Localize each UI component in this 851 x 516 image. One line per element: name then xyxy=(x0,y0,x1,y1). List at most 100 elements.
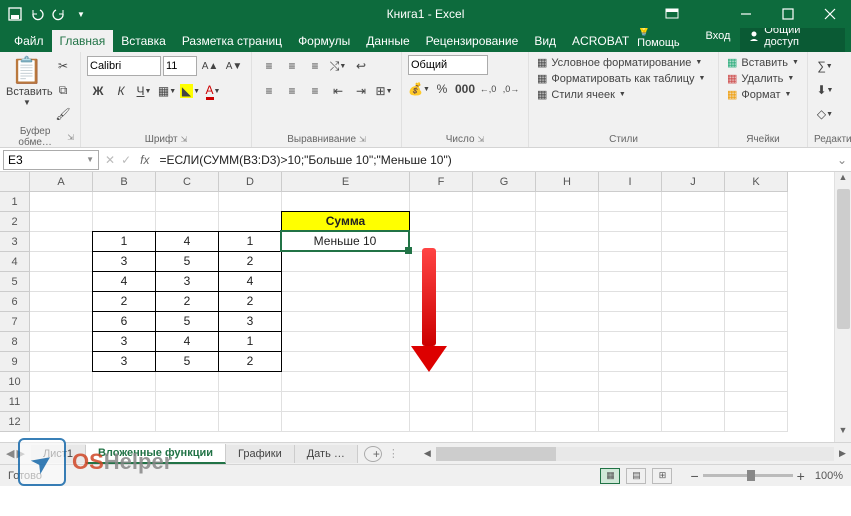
row-header-6[interactable]: 6 xyxy=(0,292,30,312)
cell-B7[interactable]: 6 xyxy=(92,311,156,332)
delete-cells-button[interactable]: ▦Удалить ▼ xyxy=(725,71,801,86)
expand-formula-bar[interactable]: ⌄ xyxy=(833,153,851,167)
cell-I4[interactable] xyxy=(599,252,662,272)
merge-button[interactable]: ⊞▼ xyxy=(373,80,395,102)
cell-G11[interactable] xyxy=(473,392,536,412)
page-layout-view-button[interactable]: ▤ xyxy=(626,468,646,484)
cell-H2[interactable] xyxy=(536,212,599,232)
cell-G5[interactable] xyxy=(473,272,536,292)
cut-button[interactable]: ✂ xyxy=(52,55,74,77)
align-center-button[interactable]: ≡ xyxy=(281,80,303,102)
cell-H1[interactable] xyxy=(536,192,599,212)
font-color-button[interactable]: A▼ xyxy=(202,80,224,102)
cell-A10[interactable] xyxy=(30,372,93,392)
font-launcher[interactable]: ⇲ xyxy=(181,135,188,144)
align-middle-button[interactable]: ≡ xyxy=(281,55,303,77)
cell-D8[interactable]: 1 xyxy=(218,331,282,352)
cell-C4[interactable]: 5 xyxy=(155,251,219,272)
cell-D5[interactable]: 4 xyxy=(218,271,282,292)
cell-C5[interactable]: 3 xyxy=(155,271,219,292)
cell-D10[interactable] xyxy=(219,372,282,392)
cell-J9[interactable] xyxy=(662,352,725,372)
cell-J3[interactable] xyxy=(662,232,725,252)
copy-button[interactable]: ⧉ xyxy=(52,79,74,101)
fill-handle[interactable] xyxy=(405,247,412,254)
decrease-font-button[interactable]: A▼ xyxy=(223,55,245,77)
row-header-11[interactable]: 11 xyxy=(0,392,30,412)
cell-J1[interactable] xyxy=(662,192,725,212)
tab-file[interactable]: Файл xyxy=(6,30,52,52)
column-header-I[interactable]: I xyxy=(599,172,662,192)
cell-K4[interactable] xyxy=(725,252,788,272)
fx-button[interactable]: fx xyxy=(134,153,155,167)
cell-H8[interactable] xyxy=(536,332,599,352)
sheet-more-button[interactable]: ⋮ xyxy=(388,447,399,460)
column-header-J[interactable]: J xyxy=(662,172,725,192)
zoom-in-button[interactable]: + xyxy=(797,468,805,484)
cell-F1[interactable] xyxy=(410,192,473,212)
cell-G3[interactable] xyxy=(473,232,536,252)
cell-J5[interactable] xyxy=(662,272,725,292)
scroll-right-button[interactable]: ▶ xyxy=(834,448,851,459)
cell-H11[interactable] xyxy=(536,392,599,412)
tab-data[interactable]: Данные xyxy=(358,30,417,52)
cell-B6[interactable]: 2 xyxy=(92,291,156,312)
wrap-text-button[interactable]: ↩ xyxy=(350,55,372,77)
row-header-1[interactable]: 1 xyxy=(0,192,30,212)
row-header-7[interactable]: 7 xyxy=(0,312,30,332)
cancel-formula-icon[interactable]: ✕ xyxy=(102,153,118,167)
tab-formulas[interactable]: Формулы xyxy=(290,30,358,52)
cell-I5[interactable] xyxy=(599,272,662,292)
scroll-up-button[interactable]: ▲ xyxy=(835,172,851,189)
conditional-formatting-button[interactable]: ▦Условное форматирование ▼ xyxy=(535,55,707,70)
cell-G8[interactable] xyxy=(473,332,536,352)
cell-B9[interactable]: 3 xyxy=(92,351,156,372)
column-header-E[interactable]: E xyxy=(282,172,410,192)
cell-D4[interactable]: 2 xyxy=(218,251,282,272)
close-button[interactable] xyxy=(809,0,851,28)
cell-A7[interactable] xyxy=(30,312,93,332)
italic-button[interactable]: К xyxy=(110,80,132,102)
cell-K2[interactable] xyxy=(725,212,788,232)
cell-H3[interactable] xyxy=(536,232,599,252)
orientation-button[interactable]: ⤭▼ xyxy=(327,55,349,77)
align-launcher[interactable]: ⇲ xyxy=(359,135,366,144)
normal-view-button[interactable]: ▦ xyxy=(600,468,620,484)
cell-B5[interactable]: 4 xyxy=(92,271,156,292)
cell-F12[interactable] xyxy=(410,412,473,432)
cell-C3[interactable]: 4 xyxy=(155,231,219,252)
cell-E5[interactable] xyxy=(282,272,410,292)
cell-G7[interactable] xyxy=(473,312,536,332)
cell-F11[interactable] xyxy=(410,392,473,412)
cell-G10[interactable] xyxy=(473,372,536,392)
cell-E7[interactable] xyxy=(282,312,410,332)
cell-F10[interactable] xyxy=(410,372,473,392)
fill-color-button[interactable]: ◣▼ xyxy=(179,80,201,102)
cell-J7[interactable] xyxy=(662,312,725,332)
cell-K6[interactable] xyxy=(725,292,788,312)
row-header-3[interactable]: 3 xyxy=(0,232,30,252)
tab-acrobat[interactable]: ACROBAT xyxy=(564,30,637,52)
clear-button[interactable]: ◇▼ xyxy=(814,103,836,125)
increase-font-button[interactable]: A▲ xyxy=(199,55,221,77)
row-header-9[interactable]: 9 xyxy=(0,352,30,372)
cell-C12[interactable] xyxy=(156,412,219,432)
zoom-out-button[interactable]: − xyxy=(690,468,698,484)
maximize-button[interactable] xyxy=(767,0,809,28)
sheet-prev-button[interactable]: ◀ xyxy=(6,447,14,460)
cell-D9[interactable]: 2 xyxy=(218,351,282,372)
name-box[interactable]: E3 ▼ xyxy=(3,150,99,170)
column-header-D[interactable]: D xyxy=(219,172,282,192)
percent-button[interactable]: % xyxy=(431,78,453,100)
cell-A1[interactable] xyxy=(30,192,93,212)
cell-A6[interactable] xyxy=(30,292,93,312)
undo-icon[interactable] xyxy=(28,5,46,23)
scroll-thumb-horizontal[interactable] xyxy=(436,447,556,461)
cell-B1[interactable] xyxy=(93,192,156,212)
autosum-button[interactable]: ∑▼ xyxy=(814,55,836,77)
cell-E9[interactable] xyxy=(282,352,410,372)
column-header-K[interactable]: K xyxy=(725,172,788,192)
cell-C11[interactable] xyxy=(156,392,219,412)
cell-E11[interactable] xyxy=(282,392,410,412)
zoom-slider[interactable] xyxy=(703,474,793,477)
